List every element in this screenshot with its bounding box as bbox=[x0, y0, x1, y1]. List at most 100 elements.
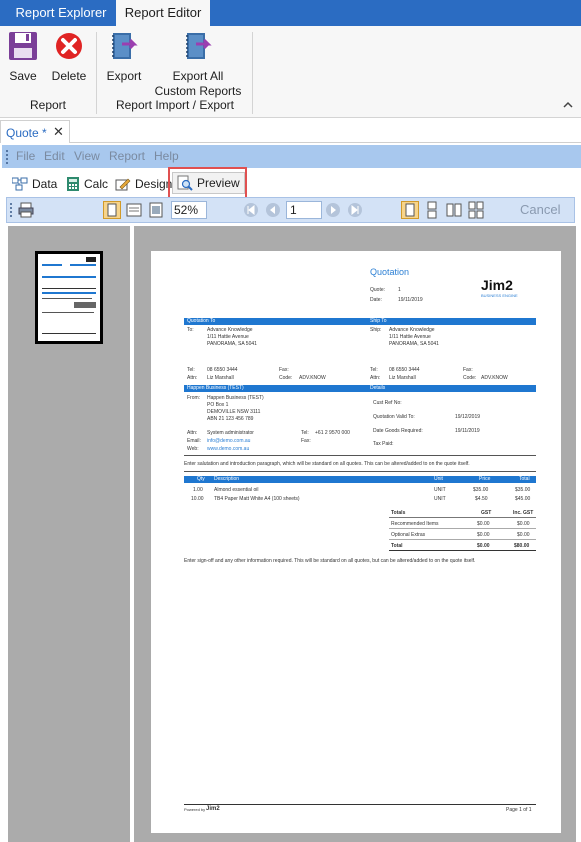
last-page-icon[interactable] bbox=[347, 202, 363, 218]
recommended-items-label: Recommended Items bbox=[391, 521, 439, 527]
signoff-text: Enter sign-off and any other information… bbox=[184, 558, 476, 564]
ship-fax-label: Fax: bbox=[463, 367, 473, 373]
fax-label: Fax: bbox=[279, 367, 289, 373]
from-tel-label: Tel: bbox=[301, 430, 309, 436]
code-label: Code: bbox=[279, 375, 293, 381]
tab-report-explorer[interactable]: Report Explorer bbox=[8, 0, 114, 26]
export-all-label: Export All Custom Reports bbox=[154, 69, 242, 98]
quote-no-value: 1 bbox=[398, 287, 401, 293]
email-value: info@demo.com.au bbox=[207, 438, 251, 444]
ship-address-2: 1/11 Hattie Avenue bbox=[389, 334, 431, 340]
gst-header: GST bbox=[481, 510, 492, 516]
import-export-group-label: Report Import / Export bbox=[115, 98, 235, 112]
tab-calc-label: Calc bbox=[84, 177, 109, 191]
date-required-value: 19/11/2019 bbox=[455, 428, 480, 434]
divider bbox=[389, 528, 536, 529]
menu-file[interactable]: File bbox=[16, 149, 35, 163]
calc-icon bbox=[67, 177, 79, 191]
divider bbox=[389, 539, 536, 540]
zoom-input[interactable]: 52% bbox=[171, 201, 207, 219]
line-unit: UNIT bbox=[434, 496, 446, 502]
line-total: $35.00 bbox=[515, 487, 531, 493]
line-qty: 10.00 bbox=[191, 496, 204, 502]
menu-bar: File Edit View Report Help bbox=[2, 145, 581, 168]
next-page-icon[interactable] bbox=[325, 202, 341, 218]
totals-label: Totals bbox=[391, 510, 406, 516]
ship-to-header: Ship To bbox=[370, 318, 387, 324]
export-label: Export bbox=[106, 69, 142, 83]
jim2-logo-subtext: BUSINESS ENGINE bbox=[481, 293, 518, 298]
quote-title: Quotation bbox=[370, 267, 410, 277]
col-description: Description bbox=[214, 476, 240, 482]
document-tab-quote[interactable]: Quote * ✕ bbox=[0, 120, 70, 143]
total-label: Total bbox=[391, 543, 403, 549]
tab-data[interactable]: Data bbox=[12, 174, 57, 194]
tab-design[interactable]: Design bbox=[115, 174, 172, 194]
menu-help[interactable]: Help bbox=[154, 149, 179, 163]
continuous-page-icon[interactable] bbox=[423, 201, 441, 219]
optional-inc-gst: $0.00 bbox=[517, 532, 530, 538]
single-page-button[interactable] bbox=[401, 201, 419, 219]
first-page-icon[interactable] bbox=[243, 202, 259, 218]
tab-calc[interactable]: Calc bbox=[66, 174, 108, 194]
ship-tel-label: Tel: bbox=[370, 367, 378, 373]
menu-edit[interactable]: Edit bbox=[44, 149, 65, 163]
happen-business-header: Happen Business (TEST) bbox=[187, 385, 244, 391]
divider bbox=[389, 550, 536, 551]
page-number-input[interactable]: 1 bbox=[286, 201, 322, 219]
two-pages-icon[interactable] bbox=[445, 201, 463, 219]
thumbnail-panel bbox=[8, 226, 130, 842]
menu-report[interactable]: Report bbox=[109, 149, 145, 163]
intro-text: Enter salutation and introduction paragr… bbox=[184, 461, 470, 467]
total-inc-gst: $80.00 bbox=[514, 543, 530, 549]
ship-attn-value: Liz Marshall bbox=[389, 375, 416, 381]
preview-toolbar: 52% 1 Cancel bbox=[6, 197, 575, 223]
print-icon[interactable] bbox=[17, 201, 35, 219]
whole-page-button[interactable] bbox=[103, 201, 121, 219]
jim2-logo-text: Jim2 bbox=[481, 277, 513, 293]
col-price: Price bbox=[479, 476, 491, 482]
top-tab-strip: Report Explorer Report Editor bbox=[0, 0, 581, 26]
menu-view[interactable]: View bbox=[74, 149, 100, 163]
single-page-icon bbox=[405, 203, 415, 217]
ribbon: Save Delete Report Export Export All Cus… bbox=[0, 26, 581, 118]
export-all-button[interactable]: Export All Custom Reports bbox=[150, 30, 246, 99]
save-label: Save bbox=[9, 69, 37, 83]
to-address-1: Advance Knowledge bbox=[207, 327, 253, 333]
page-thumbnail[interactable] bbox=[35, 251, 103, 344]
tab-report-editor[interactable]: Report Editor bbox=[116, 0, 210, 26]
fax2-label: Fax: bbox=[301, 438, 311, 444]
line-price: $35.00 bbox=[473, 487, 489, 493]
cancel-button[interactable]: Cancel bbox=[520, 202, 560, 217]
delete-label: Delete bbox=[51, 69, 87, 83]
hundred-percent-icon[interactable] bbox=[147, 201, 165, 219]
col-unit: Unit bbox=[434, 476, 443, 482]
collapse-ribbon-icon[interactable] bbox=[562, 100, 574, 110]
delete-button[interactable]: Delete bbox=[48, 30, 90, 83]
line-items-header: Qty Description Unit Price Total bbox=[184, 476, 536, 483]
tax-paid-label: Tax Paid: bbox=[373, 441, 394, 447]
line-description: Almond essential oil bbox=[214, 487, 259, 493]
close-icon[interactable]: ✕ bbox=[53, 124, 64, 140]
jim2-logo: Jim2 BUSINESS ENGINE bbox=[481, 276, 533, 301]
page-width-icon[interactable] bbox=[125, 201, 143, 219]
details-header: Details bbox=[370, 385, 386, 391]
from-label: From: bbox=[187, 395, 201, 401]
export-button[interactable]: Export bbox=[104, 30, 144, 83]
cust-ref-label: Cust Ref No: bbox=[373, 400, 402, 406]
optional-extras-label: Optional Extras bbox=[391, 532, 426, 538]
previous-page-icon[interactable] bbox=[265, 202, 281, 218]
to-label: To: bbox=[187, 327, 194, 333]
document-tab-label: Quote * bbox=[6, 126, 47, 140]
tel-value: 08 6550 3444 bbox=[207, 367, 238, 373]
multiple-pages-icon[interactable] bbox=[467, 201, 485, 219]
to-address-3: PANORAMA, SA 5041 bbox=[207, 341, 257, 347]
export-all-icon bbox=[186, 33, 212, 59]
highlight-box bbox=[168, 167, 247, 199]
date-label: Date: bbox=[370, 297, 382, 303]
ship-label: Ship: bbox=[370, 327, 382, 333]
save-button[interactable]: Save bbox=[4, 30, 42, 83]
email-label: Email: bbox=[187, 438, 201, 444]
divider bbox=[184, 455, 536, 456]
from-line-2: PO Box 1 bbox=[207, 402, 229, 408]
